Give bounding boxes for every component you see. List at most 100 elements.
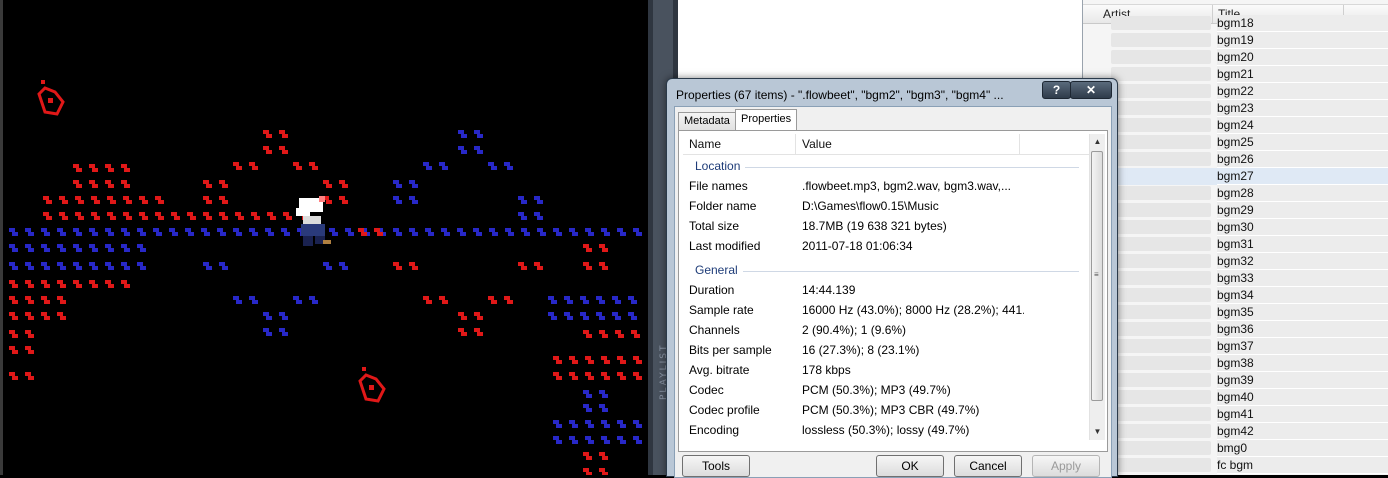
red-pellet: [601, 356, 610, 364]
artist-cell: [1111, 305, 1211, 319]
title-cell: bgm40: [1217, 389, 1388, 406]
blue-pellet: [601, 436, 610, 444]
artist-cell: [1111, 118, 1211, 132]
list-item[interactable]: bgm31: [1083, 236, 1388, 253]
list-item[interactable]: bgm25: [1083, 134, 1388, 151]
blue-pellet: [57, 262, 66, 270]
blue-pellet: [105, 228, 114, 236]
ok-button[interactable]: OK: [876, 455, 944, 477]
list-item[interactable]: bgm41: [1083, 406, 1388, 423]
music-list[interactable]: Artist Title bgm18 bgm19 bgm20 bgm21 bgm22 bg…: [1082, 0, 1388, 475]
blue-pellet: [279, 312, 288, 320]
track-title: bgm21: [1217, 67, 1254, 81]
list-item[interactable]: bgm23: [1083, 100, 1388, 117]
blue-pellet: [25, 262, 34, 270]
scroll-down-arrow-icon[interactable]: ▼: [1090, 424, 1105, 440]
column-separator[interactable]: [1019, 134, 1020, 154]
list-item[interactable]: bgm38: [1083, 355, 1388, 372]
list-item[interactable]: bgm36: [1083, 321, 1388, 338]
list-item[interactable]: bgm26: [1083, 151, 1388, 168]
player-character: [296, 196, 331, 246]
list-item[interactable]: bgm34: [1083, 287, 1388, 304]
property-row[interactable]: Channels 2 (90.4%); 1 (9.6%): [683, 321, 1090, 341]
tab-metadata[interactable]: Metadata: [678, 112, 736, 130]
list-item[interactable]: bgm32: [1083, 253, 1388, 270]
help-button[interactable]: ?: [1042, 81, 1071, 99]
tab-properties[interactable]: Properties: [735, 109, 798, 131]
track-title: bgm35: [1217, 305, 1254, 319]
title-cell: fc bgm: [1217, 457, 1388, 474]
property-row[interactable]: File names .flowbeet.mp3, bgm2.wav, bgm3…: [683, 177, 1090, 197]
property-row[interactable]: Sample rate 16000 Hz (43.0%); 8000 Hz (2…: [683, 301, 1090, 321]
list-item[interactable]: bgm29: [1083, 202, 1388, 219]
property-row[interactable]: Duration 14:44.139: [683, 281, 1090, 301]
list-item[interactable]: bgm35: [1083, 304, 1388, 321]
red-pellet: [439, 296, 448, 304]
list-item[interactable]: bgm37: [1083, 338, 1388, 355]
property-row[interactable]: Avg. bitrate 178 kbps: [683, 361, 1090, 381]
red-pellet: [107, 212, 116, 220]
scroll-thumb[interactable]: ≡: [1091, 151, 1103, 401]
enemy-sprite: [37, 80, 65, 116]
track-title: bgm38: [1217, 356, 1254, 370]
red-pellet: [601, 372, 610, 380]
title-cell: bgm34: [1217, 287, 1388, 304]
list-item[interactable]: bgm18: [1083, 15, 1388, 32]
list-item[interactable]: bgm21: [1083, 66, 1388, 83]
red-pellet: [599, 262, 608, 270]
list-item[interactable]: bgm28: [1083, 185, 1388, 202]
property-row[interactable]: Codec profile PCM (50.3%); MP3 CBR (49.7…: [683, 401, 1090, 421]
column-separator[interactable]: [795, 134, 796, 154]
red-pellet: [263, 130, 272, 138]
blue-pellet: [249, 228, 258, 236]
property-value: 18.7MB (19 638 321 bytes): [802, 219, 947, 233]
red-pellet: [41, 312, 50, 320]
blue-pellet: [409, 228, 418, 236]
property-row[interactable]: Last modified 2011-07-18 01:06:34: [683, 237, 1090, 257]
property-row[interactable]: Encoding lossless (50.3%); lossy (49.7%): [683, 421, 1090, 440]
game-viewport[interactable]: [0, 0, 648, 475]
red-pellet: [25, 372, 34, 380]
property-name: Sample rate: [689, 303, 754, 317]
red-pellet: [75, 196, 84, 204]
artist-cell: [1111, 101, 1211, 115]
cancel-button[interactable]: Cancel: [954, 455, 1022, 477]
title-cell: bgm30: [1217, 219, 1388, 236]
list-item[interactable]: bgm19: [1083, 32, 1388, 49]
property-row[interactable]: Total size 18.7MB (19 638 321 bytes): [683, 217, 1090, 237]
tools-button[interactable]: Tools: [682, 455, 750, 477]
red-pellet: [57, 296, 66, 304]
list-item[interactable]: bgm40: [1083, 389, 1388, 406]
property-row[interactable]: Folder name D:\Games\flow0.15\Music: [683, 197, 1090, 217]
property-row[interactable]: Bits per sample 16 (27.3%); 8 (23.1%): [683, 341, 1090, 361]
red-pellet: [409, 262, 418, 270]
list-item[interactable]: bgm30: [1083, 219, 1388, 236]
blue-pellet: [628, 312, 637, 320]
apply-button[interactable]: Apply: [1032, 455, 1100, 477]
column-header-value[interactable]: Value: [802, 137, 832, 151]
blue-pellet: [585, 228, 594, 236]
list-item[interactable]: bgm20: [1083, 49, 1388, 66]
list-item[interactable]: fc bgm: [1083, 457, 1388, 474]
list-item[interactable]: bgm24: [1083, 117, 1388, 134]
list-item[interactable]: bgm22: [1083, 83, 1388, 100]
red-pellet: [585, 372, 594, 380]
red-pellet: [121, 180, 130, 188]
red-pellet: [339, 196, 348, 204]
list-item[interactable]: bgm39: [1083, 372, 1388, 389]
title-cell: bgm25: [1217, 134, 1388, 151]
list-item[interactable]: bgm42: [1083, 423, 1388, 440]
properties-scrollbar[interactable]: ▲ ≡ ▼: [1089, 134, 1105, 440]
property-row[interactable]: Codec PCM (50.3%); MP3 (49.7%): [683, 381, 1090, 401]
list-item[interactable]: bgm27: [1083, 168, 1388, 185]
red-pellet: [155, 212, 164, 220]
dialog-title: Properties (67 items) - ".flowbeet", "bg…: [676, 88, 1004, 102]
blue-pellet: [633, 420, 642, 428]
list-item[interactable]: bmg0: [1083, 440, 1388, 457]
column-header-name[interactable]: Name: [689, 137, 721, 151]
close-button[interactable]: ✕: [1070, 81, 1112, 99]
scroll-up-arrow-icon[interactable]: ▲: [1090, 134, 1105, 150]
list-item[interactable]: bgm33: [1083, 270, 1388, 287]
red-pellet: [9, 296, 18, 304]
red-pellet: [553, 372, 562, 380]
